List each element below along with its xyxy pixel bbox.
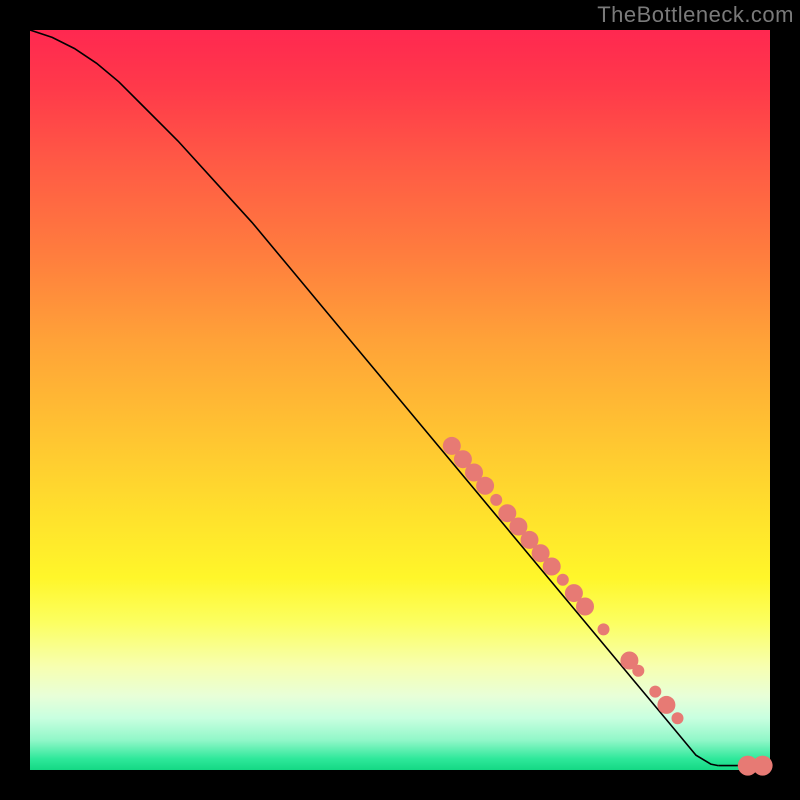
data-point (490, 494, 502, 506)
data-points (443, 437, 773, 776)
data-point (576, 598, 594, 616)
data-point (672, 712, 684, 724)
plot-area (30, 30, 770, 770)
data-point (543, 558, 561, 576)
data-point (632, 665, 644, 677)
watermark-label: TheBottleneck.com (597, 2, 794, 28)
data-point (598, 623, 610, 635)
plot-svg (30, 30, 770, 770)
data-point (649, 686, 661, 698)
data-point (557, 574, 569, 586)
data-point (476, 477, 494, 495)
data-point (753, 756, 773, 776)
data-point (657, 696, 675, 714)
series-curve (30, 30, 718, 766)
chart-frame: TheBottleneck.com (0, 0, 800, 800)
